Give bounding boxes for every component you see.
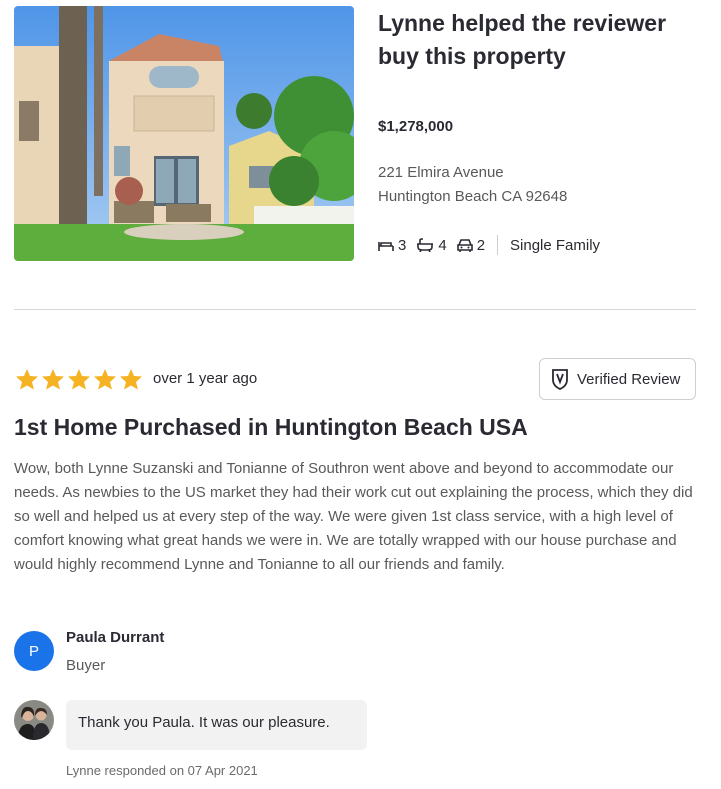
property-type: Single Family bbox=[510, 236, 601, 254]
agent-avatar bbox=[14, 700, 54, 740]
beds-spec: 3 bbox=[378, 237, 406, 254]
address-line-1: 221 Elmira Avenue bbox=[378, 164, 504, 181]
baths-count: 4 bbox=[438, 236, 447, 254]
section-divider bbox=[14, 309, 696, 310]
verified-review-badge[interactable]: Verified Review bbox=[539, 358, 696, 400]
response-meta: Lynne responded on 07 Apr 2021 bbox=[66, 763, 258, 778]
star-icon bbox=[16, 369, 38, 390]
garage-count: 2 bbox=[476, 236, 486, 254]
spec-divider bbox=[497, 235, 499, 255]
property-title: Lynne helped the reviewer buy this prope… bbox=[378, 10, 667, 69]
star-icon bbox=[120, 369, 142, 390]
star-icon bbox=[42, 369, 64, 390]
baths-spec: 4 bbox=[416, 236, 447, 254]
star-icon bbox=[94, 369, 116, 390]
reviewer-name: Paula Durrant bbox=[66, 629, 165, 646]
car-icon bbox=[456, 239, 473, 252]
property-info: Lynne helped the reviewer buy this prope… bbox=[378, 6, 698, 255]
reviewer-role: Buyer bbox=[66, 657, 106, 674]
property-card: Lynne helped the reviewer buy this prope… bbox=[14, 6, 696, 262]
response-bubble: Thank you Paula. It was our pleasure. bbox=[66, 700, 367, 750]
star-icon bbox=[68, 369, 90, 390]
property-address: 221 Elmira Avenue Huntington Beach CA 92… bbox=[378, 161, 698, 209]
verified-shield-icon bbox=[552, 369, 568, 390]
beds-count: 3 bbox=[398, 236, 407, 254]
review-title: 1st Home Purchased in Huntington Beach U… bbox=[14, 414, 528, 440]
property-specs: 3 4 2 Single Family bbox=[378, 235, 698, 255]
address-line-2: Huntington Beach CA 92648 bbox=[378, 188, 568, 205]
review-age: over 1 year ago bbox=[153, 370, 258, 387]
star-rating bbox=[14, 368, 144, 390]
review-body: Wow, both Lynne Suzanski and Tonianne of… bbox=[14, 460, 693, 573]
bath-icon bbox=[417, 238, 434, 252]
property-price: $1,278,000 bbox=[378, 118, 454, 135]
property-photo[interactable] bbox=[14, 6, 354, 261]
verified-label: Verified Review bbox=[577, 370, 681, 388]
bed-icon bbox=[378, 242, 394, 251]
agent-response: Thank you Paula. It was our pleasure. Ly… bbox=[14, 700, 704, 780]
reviewer-avatar: P bbox=[14, 631, 54, 671]
garage-spec: 2 bbox=[456, 236, 486, 254]
review-header: over 1 year ago Verified Review bbox=[14, 358, 696, 400]
reviewer-info: P Paula Durrant Buyer bbox=[14, 628, 414, 678]
